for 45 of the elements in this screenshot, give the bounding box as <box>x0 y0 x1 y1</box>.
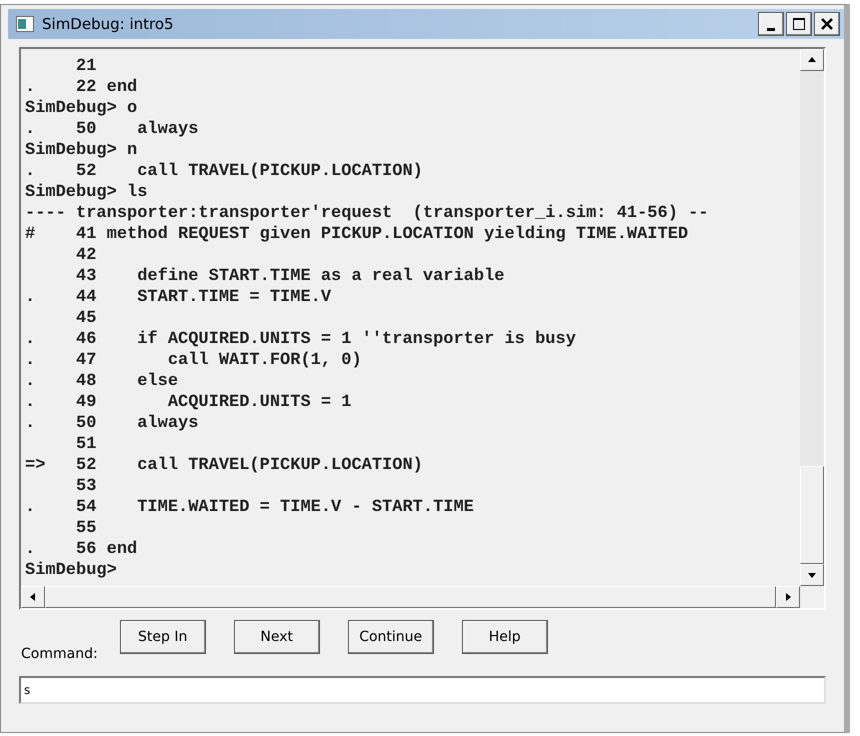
console-line: 42 <box>75 245 98 266</box>
window-title: SimDebug: intro5 <box>42 15 175 33</box>
command-field[interactable]: s <box>19 676 826 704</box>
console-line: . 44 START.TIME = TIME.V <box>25 287 332 308</box>
vertical-scrollbar[interactable] <box>800 49 824 586</box>
minimize-button[interactable] <box>758 12 784 36</box>
console-line: . 49 ACQUIRED.UNITS = 1 <box>25 392 352 413</box>
maximize-button[interactable] <box>786 12 812 36</box>
scroll-down-button[interactable] <box>800 564 824 586</box>
app-icon <box>16 16 34 32</box>
command-button[interactable]: Step In <box>120 620 206 654</box>
command-label: Command: <box>21 646 98 662</box>
console-line: . 46 if ACQUIRED.UNITS = 1 ''transporter is busy <box>25 329 577 350</box>
console-line: 21 <box>75 56 98 77</box>
console-line: . 50 always <box>25 119 200 140</box>
console-line: . 22 end <box>25 77 138 98</box>
console-line: 55 <box>75 518 98 539</box>
console-line: . 54 TIME.WAITED = TIME.V - START.TIME <box>25 497 475 518</box>
console-line: SimDebug> ls <box>25 182 148 203</box>
console-line: 51 <box>75 434 98 455</box>
console-line: # 41 method REQUEST given PICKUP.LOCATION yielding TIME.WAITED <box>25 224 690 245</box>
scroll-thumb[interactable] <box>800 466 824 564</box>
close-button[interactable] <box>814 12 840 36</box>
console-line: SimDebug> <box>25 560 118 581</box>
command-button[interactable]: Next <box>234 620 320 654</box>
minimize-icon <box>767 28 775 30</box>
console-line: => 52 call TRAVEL(PICKUP.LOCATION) <box>25 455 424 476</box>
command-button[interactable]: Help <box>462 620 548 654</box>
console-line: 43 define START.TIME as a real variable <box>75 266 506 287</box>
console-line: . 56 end <box>25 539 138 560</box>
console-line: 45 <box>75 308 98 329</box>
maximize-icon <box>792 17 806 31</box>
console-line: . 48 else <box>25 371 180 392</box>
console-line: ---- transporter:transporter'request (transporter_i.sim: 41-56) -- <box>25 203 710 224</box>
console-line: . 50 always <box>25 413 200 434</box>
console-line: 53 <box>75 476 98 497</box>
console-line: . 47 call WAIT.FOR(1, 0) <box>25 350 363 371</box>
command-button[interactable]: Continue <box>348 620 434 654</box>
console-line: SimDebug> o <box>25 98 138 119</box>
console-line: . 52 call TRAVEL(PICKUP.LOCATION) <box>25 161 424 182</box>
console-line: SimDebug> n <box>25 140 138 161</box>
scroll-up-button[interactable] <box>800 49 824 71</box>
close-icon <box>820 17 834 31</box>
scroll-left-button[interactable] <box>21 586 45 608</box>
scroll-right-button[interactable] <box>776 586 800 608</box>
